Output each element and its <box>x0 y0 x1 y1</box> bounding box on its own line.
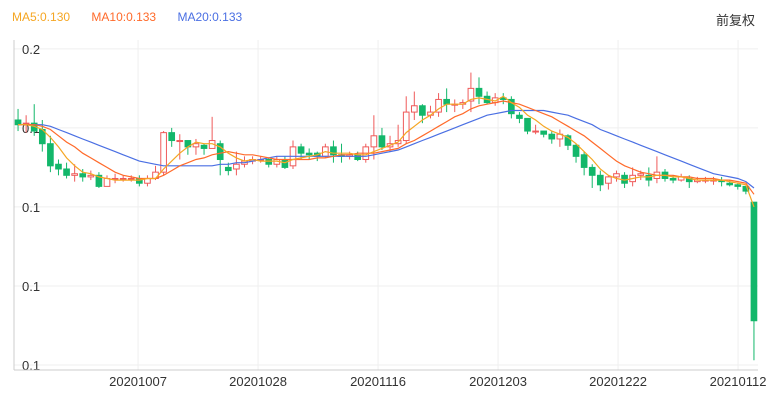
candle-down <box>63 168 70 176</box>
candle-down <box>669 177 677 181</box>
candle-down <box>200 144 208 149</box>
candle-down <box>596 174 604 186</box>
candle-up <box>192 143 200 148</box>
candle-down <box>734 184 742 187</box>
ma5-line <box>18 95 755 208</box>
y-tick-label: 0.1 <box>22 279 40 294</box>
candle-up <box>613 173 620 178</box>
x-tick-label: 20201007 <box>109 374 167 389</box>
candle-down <box>297 146 305 154</box>
candle-up <box>532 130 539 133</box>
candle-down <box>443 98 450 105</box>
candle-down <box>79 173 87 178</box>
candle-down <box>55 163 62 170</box>
candle-down <box>419 105 426 116</box>
x-tick-label: 20201203 <box>469 374 527 389</box>
y-tick-label: 0.2 <box>22 42 40 57</box>
candle-up <box>233 163 240 170</box>
candle-down <box>281 159 289 168</box>
x-tick-label: 20201116 <box>350 374 406 389</box>
candle-down <box>580 154 588 168</box>
candle-down <box>354 154 362 161</box>
candle-down <box>540 130 548 135</box>
candle-down <box>47 143 54 167</box>
candle-down <box>588 166 596 176</box>
candle-up <box>370 135 378 148</box>
candlestick-chart: 0.20.10.10.10.12020100720201028202011162… <box>13 40 767 389</box>
candle-down <box>224 166 232 172</box>
x-tick-label: 20210112 <box>710 374 767 389</box>
candle-down <box>305 152 313 156</box>
candle-up <box>103 177 111 187</box>
x-tick-label: 20201222 <box>589 374 647 389</box>
candle-up <box>176 140 184 143</box>
candle-up <box>410 105 418 113</box>
candle-down <box>516 114 523 119</box>
candle-up <box>22 122 30 125</box>
candle-up <box>87 174 95 178</box>
candle-down <box>475 87 483 97</box>
candle-down <box>265 159 273 165</box>
candle-up <box>637 173 645 176</box>
y-tick-label: 0.1 <box>22 200 40 215</box>
x-tick-label: 20201028 <box>229 374 287 389</box>
candle-down <box>168 132 176 142</box>
candle-down <box>572 144 580 157</box>
candle-down <box>524 117 531 132</box>
y-tick-label: 0.1 <box>22 358 40 373</box>
candle-down <box>378 135 386 148</box>
candle-down <box>548 133 556 140</box>
candle-up <box>71 173 78 176</box>
candle-down <box>726 182 734 186</box>
candle-up <box>119 177 127 180</box>
candle-up <box>127 177 135 180</box>
candle-down <box>14 119 22 126</box>
candle-down <box>750 201 758 322</box>
candle-up <box>402 111 410 142</box>
candle-up <box>605 176 612 184</box>
